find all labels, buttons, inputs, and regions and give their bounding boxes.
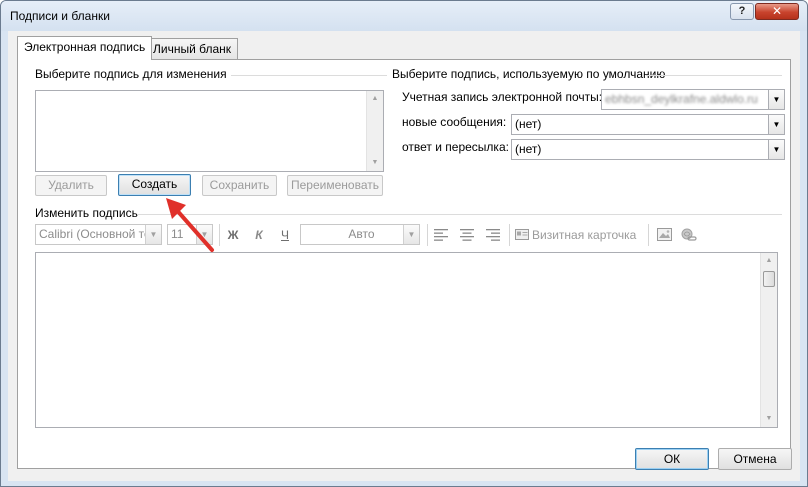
save-button[interactable]: Сохранить [202,175,277,196]
default-signature-label: Выберите подпись, используемую по умолча… [392,67,670,81]
font-value: Calibri (Основной текс [39,227,162,241]
align-right-icon[interactable] [484,224,502,246]
cancel-button[interactable]: Отмена [718,448,792,470]
signature-list[interactable]: ▲ ▼ [35,90,384,172]
ok-button[interactable]: ОК [635,448,709,470]
delete-button[interactable]: Удалить [35,175,107,196]
account-label: Учетная запись электронной почты: [402,90,603,104]
dialog-title: Подписи и бланки [10,9,110,23]
tab-personal-stationery[interactable]: Личный бланк [146,38,239,60]
business-card-label: Визитная карточка [532,228,637,242]
chevron-down-icon[interactable]: ▼ [403,225,419,244]
toolbar-separator [509,224,510,246]
new-messages-label: новые сообщения: [402,115,507,129]
scroll-up-arrow[interactable]: ▲ [761,253,777,269]
new-messages-value: (нет) [515,117,542,131]
toolbar-separator [648,224,649,246]
scroll-down-arrow[interactable]: ▼ [761,411,777,427]
chevron-down-icon[interactable]: ▼ [768,115,784,134]
scroll-up-arrow[interactable]: ▲ [367,91,383,107]
account-select[interactable]: ebhbsn_deylkrafne.aldwlo.ru ▼ [601,89,785,110]
italic-button[interactable]: К [250,224,268,246]
align-center-icon[interactable] [458,224,476,246]
chevron-down-icon[interactable]: ▼ [768,90,784,109]
new-messages-select[interactable]: (нет) ▼ [511,114,785,135]
title-bar: Подписи и бланки ? ✕ [1,1,807,31]
align-left-icon[interactable] [432,224,450,246]
replies-value: (нет) [515,142,542,156]
help-button[interactable]: ? [730,3,754,20]
close-button[interactable]: ✕ [755,3,799,20]
font-select[interactable]: Calibri (Основной текс ▼ [35,224,162,245]
business-card-button[interactable]: Визитная карточка [515,224,641,246]
toolbar-separator [427,224,428,246]
divider [646,75,782,76]
editor-scrollbar[interactable]: ▲ ▼ [760,253,777,427]
business-card-icon [515,229,529,240]
rename-button[interactable]: Переименовать [287,175,383,196]
annotation-arrow [166,198,214,252]
chevron-down-icon[interactable]: ▼ [145,225,161,244]
chevron-down-icon[interactable]: ▼ [768,140,784,159]
scroll-thumb[interactable] [763,271,775,287]
list-scrollbar[interactable]: ▲ ▼ [366,91,383,171]
dialog-body: Электронная подпись Личный бланк Выберит… [8,31,800,481]
tab-panel: Выберите подпись для изменения ▲ ▼ Удали… [17,59,791,469]
insert-picture-icon[interactable] [655,224,673,246]
divider [137,214,782,215]
font-color-value: Авто [348,227,375,241]
signatures-dialog: Подписи и бланки ? ✕ Электронная подпись… [0,0,808,487]
select-signature-label: Выберите подпись для изменения [35,67,231,81]
edit-signature-label: Изменить подпись [35,206,142,220]
replies-label: ответ и пересылка: [402,140,509,154]
underline-button[interactable]: Ч [276,224,294,246]
replies-select[interactable]: (нет) ▼ [511,139,785,160]
signature-editor[interactable]: ▲ ▼ [35,252,778,428]
account-value: ebhbsn_deylkrafne.aldwlo.ru [605,92,758,106]
insert-hyperlink-icon[interactable] [679,224,699,246]
font-color-select[interactable]: Авто ▼ [300,224,420,245]
scroll-down-arrow[interactable]: ▼ [367,155,383,171]
new-button[interactable]: Создать [118,174,191,196]
tab-email-signature[interactable]: Электронная подпись [17,36,153,60]
